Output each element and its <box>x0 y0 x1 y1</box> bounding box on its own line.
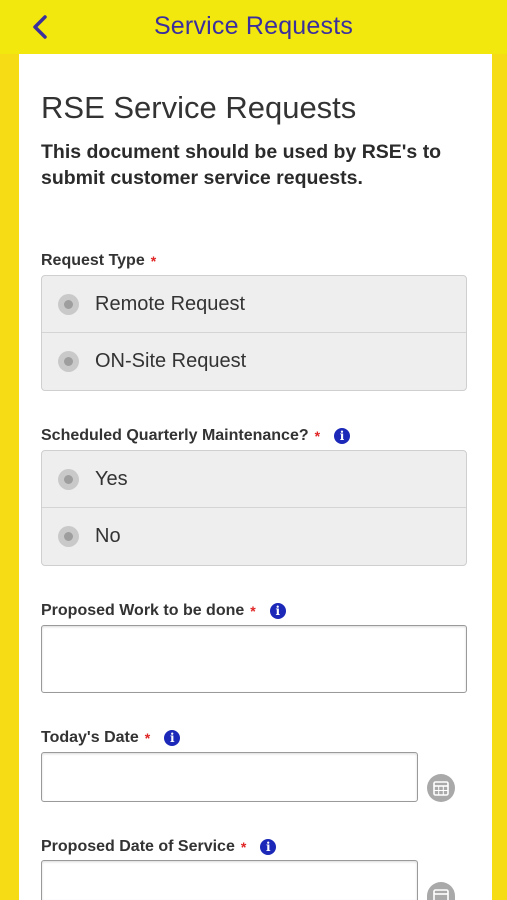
required-asterisk: * <box>250 603 256 619</box>
radio-option-label: Remote Request <box>95 292 246 315</box>
form-title: RSE Service Requests <box>41 90 357 125</box>
app-header: Service Requests <box>0 0 507 54</box>
required-asterisk: * <box>144 730 151 746</box>
required-asterisk: * <box>240 839 247 855</box>
calendar-grid-icon <box>433 781 449 796</box>
radio-button-icon[interactable] <box>58 293 79 315</box>
header-title: Service Requests <box>153 12 354 40</box>
info-icon[interactable]: i <box>334 428 351 444</box>
info-icon[interactable]: i <box>164 730 181 746</box>
quarterly-maintenance-label: Scheduled Quarterly Maintenance? * i <box>41 427 351 445</box>
request-type-label-text: Request Type <box>41 252 145 269</box>
todays-date-label-text: Today's Date <box>41 729 139 746</box>
quarterly-maintenance-radio-group: Yes No <box>41 450 467 566</box>
calendar-icon[interactable] <box>427 774 455 802</box>
todays-date-input[interactable] <box>41 752 418 802</box>
radio-option-onsite-request[interactable]: ON-Site Request <box>42 333 466 390</box>
radio-option-no[interactable]: No <box>42 508 466 565</box>
info-icon[interactable]: i <box>269 603 286 619</box>
proposed-date-input[interactable] <box>41 860 418 900</box>
radio-button-icon[interactable] <box>58 526 79 547</box>
todays-date-label: Today's Date * i <box>41 729 181 747</box>
radio-option-label: No <box>95 525 121 547</box>
proposed-work-label: Proposed Work to be done * i <box>41 602 286 620</box>
radio-option-yes[interactable]: Yes <box>42 451 466 508</box>
proposed-work-label-text: Proposed Work to be done <box>41 602 245 619</box>
calendar-grid-icon <box>433 889 449 900</box>
radio-option-remote-request[interactable]: Remote Request <box>42 276 466 333</box>
radio-button-icon[interactable] <box>58 351 79 372</box>
quarterly-maintenance-label-text: Scheduled Quarterly Maintenance? <box>41 427 309 444</box>
required-asterisk: * <box>150 253 157 269</box>
info-icon[interactable]: i <box>260 839 277 855</box>
calendar-icon[interactable] <box>427 882 455 900</box>
request-type-label: Request Type * <box>41 252 156 270</box>
required-asterisk: * <box>314 428 321 444</box>
radio-option-label: Yes <box>95 467 128 490</box>
radio-button-icon[interactable] <box>58 468 79 490</box>
form-description: This document should be used by RSE's to… <box>41 141 442 189</box>
form-card: RSE Service Requests This document shoul… <box>19 54 492 900</box>
proposed-date-label: Proposed Date of Service * i <box>41 838 277 856</box>
radio-option-label: ON-Site Request <box>95 350 247 372</box>
request-type-radio-group: Remote Request ON-Site Request <box>41 275 467 391</box>
proposed-work-textarea[interactable] <box>41 625 467 693</box>
proposed-date-label-text: Proposed Date of Service <box>41 838 235 855</box>
